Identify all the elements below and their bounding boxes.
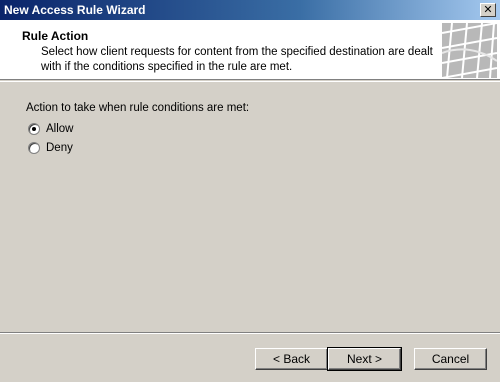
radio-allow[interactable]: Allow xyxy=(28,121,73,137)
close-button[interactable]: ✕ xyxy=(480,3,496,17)
window-title: New Access Rule Wizard xyxy=(4,3,146,17)
radio-allow-label[interactable]: Allow xyxy=(46,123,73,135)
wizard-header: Rule Action Select how client requests f… xyxy=(0,20,500,80)
next-button[interactable]: Next > xyxy=(327,347,402,371)
header-separator xyxy=(0,81,500,82)
page-description: Select how client requests for content f… xyxy=(41,46,433,73)
radio-deny[interactable]: Deny xyxy=(28,140,73,156)
wizard-window: New Access Rule Wizard ✕ Rule Action Sel… xyxy=(0,0,500,382)
footer-separator xyxy=(0,332,500,334)
radio-allow-button[interactable] xyxy=(28,123,40,135)
back-button[interactable]: < Back xyxy=(255,348,328,370)
radio-deny-label[interactable]: Deny xyxy=(46,142,73,154)
radio-deny-button[interactable] xyxy=(28,142,40,154)
action-question-label: Action to take when rule conditions are … xyxy=(26,102,250,114)
cancel-button[interactable]: Cancel xyxy=(414,348,487,370)
title-bar: New Access Rule Wizard ✕ xyxy=(0,0,500,20)
page-title: Rule Action xyxy=(22,29,89,43)
wizard-graphic-icon xyxy=(442,23,497,78)
